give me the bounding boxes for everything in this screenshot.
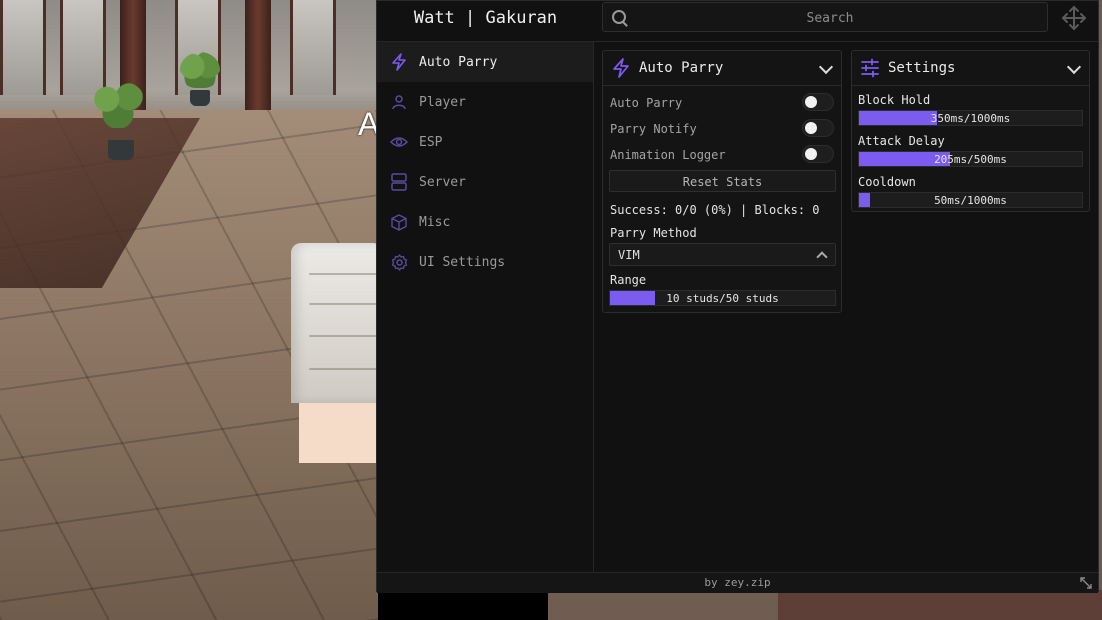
sidebar-item-ui-settings[interactable]: UI Settings [377, 242, 593, 282]
slider-value-text: 50ms/1000ms [934, 194, 1007, 207]
sidebar-item-auto-parry[interactable]: Auto Parry [377, 42, 593, 82]
block-hold-slider[interactable]: 350ms/1000ms [858, 110, 1083, 126]
attack-delay-slider[interactable]: 205ms/500ms [858, 151, 1083, 167]
sidebar-item-player[interactable]: Player [377, 82, 593, 122]
lightning-icon [390, 53, 408, 71]
settings-section: Settings Block Hold 350ms/1000ms Attack … [851, 50, 1090, 212]
sliders-icon [861, 58, 879, 78]
range-slider[interactable]: 10 studs/50 studs [609, 290, 836, 306]
potted-plant [90, 80, 146, 128]
toggle-label: Animation Logger [610, 148, 726, 162]
main-content: Auto Parry Auto Parry Parry Notify Anima… [594, 42, 1098, 572]
cooldown-slider[interactable]: 50ms/1000ms [858, 192, 1083, 208]
server-icon [390, 173, 408, 191]
title-bar[interactable]: Watt | Gakuran [377, 1, 1098, 42]
toggle-knob [805, 96, 817, 108]
chevron-down-icon[interactable] [818, 59, 834, 75]
sidebar-item-label: Player [419, 94, 466, 110]
sidebar-item-label: Server [419, 174, 466, 190]
eye-icon [390, 133, 408, 151]
window-pane [290, 0, 336, 95]
script-hub-window: Watt | Gakuran Auto Parry Player [376, 0, 1099, 593]
plant-pot [108, 140, 134, 160]
section-title: Settings [888, 60, 956, 76]
toggle-knob [805, 122, 817, 134]
cube-icon [390, 213, 408, 231]
parry-notify-toggle[interactable] [802, 119, 834, 137]
move-icon[interactable] [1060, 4, 1088, 32]
scene-bottom [378, 590, 1102, 620]
slider-value-text: 350ms/1000ms [930, 112, 1011, 125]
slider-label: Cooldown [858, 175, 916, 189]
lightning-icon [613, 58, 629, 78]
chevron-up-icon [816, 251, 828, 263]
window-pane [60, 0, 106, 95]
toggle-knob [805, 148, 817, 160]
parry-method-label: Parry Method [610, 226, 697, 240]
sidebar-item-esp[interactable]: ESP [377, 122, 593, 162]
slider-label: Block Hold [858, 93, 931, 107]
settings-header[interactable]: Settings [852, 51, 1089, 86]
section-title: Auto Parry [639, 60, 724, 76]
sidebar-item-label: Misc [419, 214, 451, 230]
chevron-down-icon[interactable] [1066, 59, 1082, 75]
sidebar-item-server[interactable]: Server [377, 162, 593, 202]
wooden-pillar [245, 0, 271, 120]
auto-parry-header[interactable]: Auto Parry [603, 51, 841, 86]
parry-stats-text: Success: 0/0 (0%) | Blocks: 0 [610, 203, 820, 217]
sidebar-item-label: Auto Parry [419, 54, 498, 70]
footer-credit: by zey.zip [704, 576, 771, 589]
slider-value-text: 205ms/500ms [934, 153, 1007, 166]
sidebar-item-misc[interactable]: Misc [377, 202, 593, 242]
toggle-label: Parry Notify [610, 122, 697, 136]
range-label: Range [610, 273, 647, 287]
footer: by zey.zip [377, 572, 1098, 593]
player-character [291, 243, 383, 463]
user-icon [390, 93, 408, 111]
search-box[interactable] [602, 2, 1048, 32]
toggle-label: Auto Parry [610, 96, 683, 110]
search-icon [612, 10, 626, 24]
search-input[interactable] [633, 6, 1027, 30]
resize-icon[interactable] [1080, 577, 1092, 589]
auto-parry-toggle[interactable] [802, 93, 834, 111]
sidebar-item-label: UI Settings [419, 254, 506, 270]
sidebar-item-label: ESP [419, 134, 443, 150]
plant-pot [190, 90, 210, 106]
dropdown-value: VIM [618, 248, 640, 262]
slider-label: Attack Delay [858, 134, 945, 148]
auto-parry-section: Auto Parry Auto Parry Parry Notify Anima… [602, 50, 842, 313]
parry-method-dropdown[interactable]: VIM [609, 243, 836, 266]
reset-stats-button[interactable]: Reset Stats [609, 170, 836, 192]
sidebar: Auto Parry Player ESP Server Misc UI Set… [377, 42, 594, 572]
window-pane [0, 0, 46, 95]
gear-icon [390, 253, 408, 271]
potted-plant [180, 52, 220, 88]
animation-logger-toggle[interactable] [802, 145, 834, 163]
slider-value-text: 10 studs/50 studs [666, 292, 779, 305]
app-title: Watt | Gakuran [413, 8, 558, 28]
